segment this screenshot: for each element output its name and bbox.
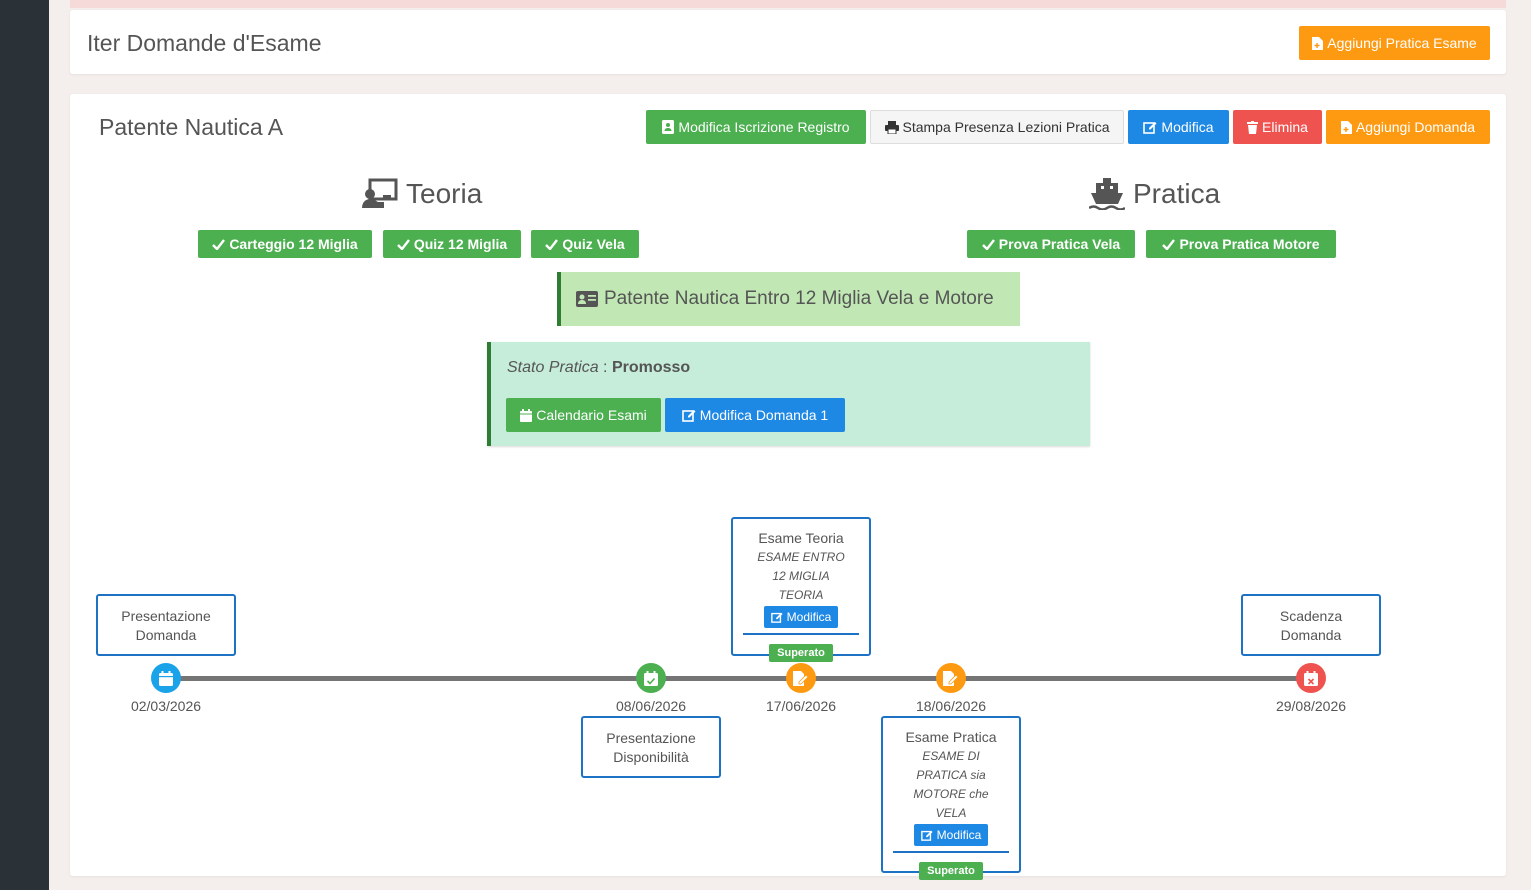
edit-button[interactable]: Modifica: [1128, 110, 1229, 144]
calendar-icon: [520, 408, 533, 422]
event-description: ESAME DI PRATICA sia MOTORE che VELA: [913, 749, 989, 820]
theory-heading: Teoria: [362, 178, 482, 210]
event-label: Esame Teoria: [758, 530, 844, 546]
edit-icon: [1143, 122, 1157, 134]
event-divider: [893, 851, 1009, 853]
edit-exam-label: Modifica: [936, 828, 982, 842]
timeline-date-0: 02/03/2026: [130, 698, 202, 714]
calendar-exams-label: Calendario Esami: [536, 407, 647, 423]
practice-heading: Pratica: [1089, 178, 1220, 210]
tag-theory-1: Quiz 12 Miglia: [383, 230, 521, 258]
check-icon: [981, 238, 995, 250]
calendar-x-icon: [1304, 670, 1318, 686]
timeline-node-4: [1296, 663, 1326, 693]
tag-practice-label: Prova Pratica Motore: [1179, 236, 1320, 252]
add-practice-exam-button[interactable]: Aggiungi Pratica Esame: [1299, 26, 1490, 60]
delete-label: Elimina: [1262, 119, 1308, 135]
address-book-icon: [662, 120, 675, 134]
license-box: Patente Nautica Entro 12 Miglia Vela e M…: [557, 272, 1020, 326]
timeline-event-box-2: Esame Teoria ESAME ENTRO 12 MIGLIA TEORI…: [731, 517, 871, 662]
main-card: Patente Nautica A Modifica Iscrizione Re…: [70, 94, 1506, 880]
edit-icon: [920, 830, 933, 841]
calendar-exams-button[interactable]: Calendario Esami: [506, 398, 661, 432]
header-card: Iter Domande d'Esame Aggiungi Pratica Es…: [70, 10, 1506, 74]
event-description: ESAME ENTRO 12 MIGLIA TEORIA: [757, 550, 845, 602]
add-application-button[interactable]: Aggiungi Domanda: [1326, 110, 1490, 144]
status-value: Promosso: [611, 359, 691, 376]
calendar-icon: [159, 670, 173, 686]
chalkboard-teacher-icon: [362, 178, 398, 208]
edit-doc-icon: [793, 670, 809, 686]
check-icon: [212, 238, 226, 250]
add-application-label: Aggiungi Domanda: [1355, 119, 1476, 135]
timeline-node-1: [636, 663, 666, 693]
event-label: Presentazione Disponibilità: [606, 730, 696, 765]
tag-practice-label: Prova Pratica Vela: [998, 236, 1121, 252]
status-box: Stato Pratica : Promosso Calendario Esam…: [487, 342, 1090, 446]
timeline-event-box-0: Presentazione Domanda: [96, 594, 236, 656]
print-icon: [884, 120, 899, 134]
event-label: Esame Pratica: [905, 729, 997, 745]
tag-theory-label: Carteggio 12 Miglia: [229, 236, 358, 252]
practice-title: Patente Nautica A: [99, 114, 284, 140]
timeline-node-0: [151, 663, 181, 693]
tag-theory-2: Quiz Vela: [531, 230, 639, 258]
timeline-event-box-1: Presentazione Disponibilità: [581, 716, 721, 778]
file-plus-icon: [1340, 120, 1352, 134]
check-icon: [1162, 238, 1176, 250]
edit-label: Modifica: [1161, 119, 1214, 135]
calendar-check-icon: [644, 670, 658, 686]
tag-theory-label: Quiz Vela: [562, 236, 625, 252]
print-attendance-button[interactable]: Stampa Presenza Lezioni Pratica: [870, 110, 1124, 144]
edit-registration-label: Modifica Iscrizione Registro: [678, 119, 850, 135]
practice-heading-label: Pratica: [1133, 178, 1221, 209]
tag-practice-0: Prova Pratica Vela: [967, 230, 1135, 258]
status-label: Stato Pratica: [507, 359, 599, 376]
timeline-date-3: 18/06/2026: [915, 698, 987, 714]
add-practice-exam-label: Aggiungi Pratica Esame: [1327, 35, 1477, 51]
event-label: Presentazione Domanda: [121, 608, 211, 643]
status-badge: Superato: [769, 644, 833, 662]
print-attendance-label: Stampa Presenza Lezioni Pratica: [902, 119, 1110, 135]
id-card-icon: [576, 291, 598, 307]
edit-icon: [770, 612, 783, 623]
status-separator: :: [598, 359, 612, 376]
edit-doc-icon: [943, 670, 959, 686]
file-plus-icon: [1312, 36, 1324, 50]
edit-icon: [681, 410, 696, 422]
timeline-date-4: 29/08/2026: [1275, 698, 1347, 714]
timeline-event-box-3: Esame Pratica ESAME DI PRATICA sia MOTOR…: [881, 716, 1021, 880]
top-accent-bar: [70, 0, 1506, 8]
edit-application-label: Modifica Domanda 1: [699, 407, 829, 423]
tag-practice-1: Prova Pratica Motore: [1146, 230, 1336, 258]
edit-exam-label: Modifica: [786, 610, 832, 624]
edit-exam-button[interactable]: Modifica: [913, 824, 989, 846]
event-label: Scadenza Domanda: [1279, 608, 1343, 643]
check-icon: [545, 238, 559, 250]
status-badge: Superato: [919, 862, 983, 880]
timeline-line: [166, 676, 1311, 681]
sidebar: [0, 0, 49, 890]
ship-icon: [1089, 178, 1125, 210]
tag-theory-label: Quiz 12 Miglia: [413, 236, 508, 252]
license-name: Patente Nautica Entro 12 Miglia Vela e M…: [604, 288, 994, 309]
status-line: Stato Pratica : Promosso: [507, 359, 690, 377]
edit-exam-button[interactable]: Modifica: [763, 606, 839, 628]
timeline-node-3: [936, 663, 966, 693]
tag-theory-0: Carteggio 12 Miglia: [198, 230, 372, 258]
check-icon: [396, 238, 410, 250]
timeline-event-box-4: Scadenza Domanda: [1241, 594, 1381, 656]
timeline-date-2: 17/06/2026: [765, 698, 837, 714]
theory-heading-label: Teoria: [406, 178, 483, 209]
edit-registration-button[interactable]: Modifica Iscrizione Registro: [646, 110, 866, 144]
event-divider: [743, 633, 859, 635]
timeline-date-1: 08/06/2026: [615, 698, 687, 714]
delete-button[interactable]: Elimina: [1233, 110, 1322, 144]
page-title: Iter Domande d'Esame: [87, 30, 322, 56]
trash-icon: [1247, 120, 1259, 134]
edit-application-button[interactable]: Modifica Domanda 1: [665, 398, 845, 432]
timeline-node-2: [786, 663, 816, 693]
